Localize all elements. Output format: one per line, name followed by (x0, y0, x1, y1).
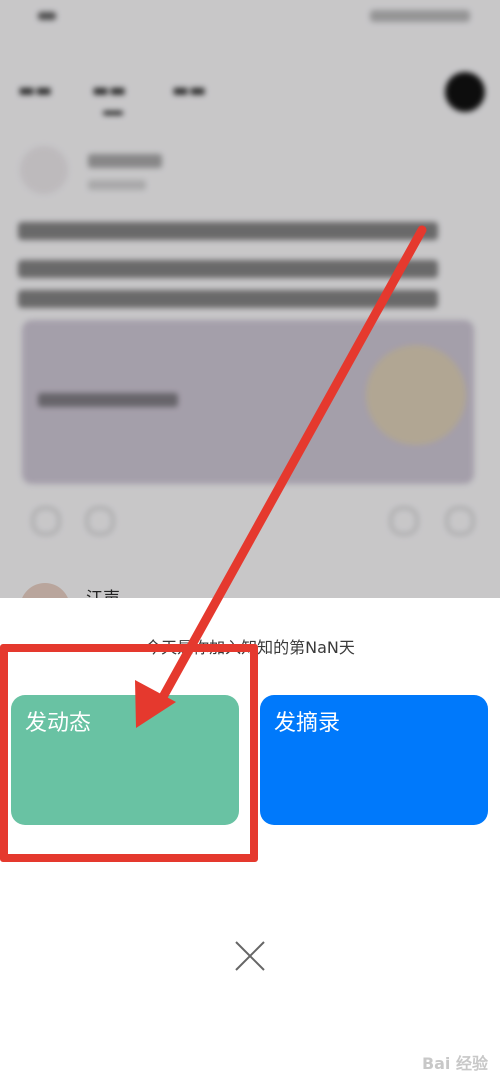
background-feed: ▬▬ ▬▬ ▬▬ 江声 (0, 0, 500, 598)
publish-bottom-sheet: 今天是你加入知知的第NaN天 发动态 发摘录 (0, 598, 500, 1084)
post-dynamic-button[interactable]: 发动态 (11, 695, 239, 825)
join-days-prompt: 今天是你加入知知的第NaN天 (145, 638, 355, 657)
post-excerpt-button[interactable]: 发摘录 (260, 695, 488, 825)
post-dynamic-label: 发动态 (25, 711, 92, 736)
close-icon (235, 941, 265, 971)
baidu-watermark: Bai 经验 (421, 1054, 488, 1073)
next-post-author-name: 江声 (86, 584, 120, 598)
post-excerpt-label: 发摘录 (274, 711, 341, 736)
dim-overlay (0, 0, 500, 598)
close-button[interactable] (233, 939, 267, 973)
